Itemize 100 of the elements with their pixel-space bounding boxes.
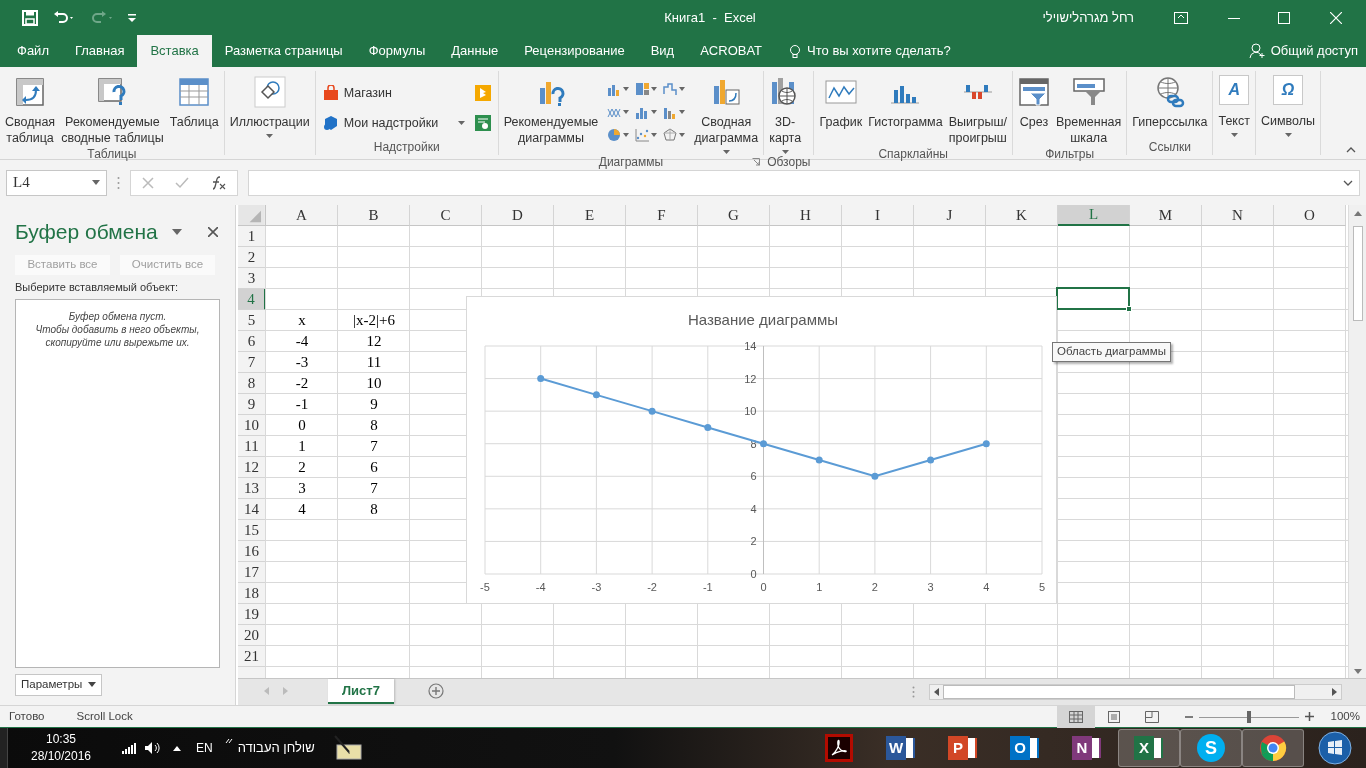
column-header[interactable]: F bbox=[626, 205, 698, 226]
row-header[interactable]: 20 bbox=[238, 625, 266, 646]
column-header[interactable]: K bbox=[986, 205, 1058, 226]
column-header[interactable]: J bbox=[914, 205, 986, 226]
ribbon-button[interactable]: Мои надстройки bbox=[318, 111, 469, 135]
horizontal-scrollbar[interactable] bbox=[928, 684, 1342, 700]
formula-input[interactable] bbox=[248, 169, 1360, 196]
column-header[interactable]: L bbox=[1058, 205, 1130, 226]
chevrons-icon[interactable] bbox=[224, 738, 234, 744]
dialog-launcher-icon[interactable] bbox=[752, 158, 761, 166]
row-header[interactable]: 6 bbox=[238, 331, 266, 352]
ribbon-button[interactable]: Срез bbox=[1015, 75, 1052, 130]
ribbon-display-icon[interactable] bbox=[1174, 11, 1188, 24]
column-header[interactable]: A bbox=[266, 205, 338, 226]
people-graph-icon[interactable] bbox=[474, 115, 491, 131]
clock[interactable]: 10:35 28/10/2016 bbox=[16, 731, 106, 765]
ribbon-button[interactable]: Сводная таблица bbox=[3, 75, 58, 146]
ribbon-tab[interactable]: Вид bbox=[637, 35, 688, 67]
row-header[interactable]: 21 bbox=[238, 646, 266, 667]
customize-icon[interactable] bbox=[128, 12, 136, 23]
row-header[interactable]: 5 bbox=[238, 310, 266, 331]
tell-me-field[interactable]: Что вы хотите сделать? bbox=[789, 35, 951, 67]
ribbon-tab[interactable]: Рецензирование bbox=[511, 35, 638, 67]
row-header[interactable]: 17 bbox=[238, 562, 266, 583]
ribbon-button[interactable]: Сводная диаграмма bbox=[692, 75, 761, 154]
column-header[interactable]: C bbox=[410, 205, 482, 226]
save-icon[interactable] bbox=[22, 9, 38, 26]
ribbon-tab[interactable]: Данные bbox=[438, 35, 512, 67]
row-header[interactable]: 4 bbox=[238, 289, 266, 310]
row-header[interactable]: 11 bbox=[238, 436, 266, 457]
taskbar-app[interactable]: W bbox=[870, 729, 932, 767]
ribbon-button[interactable]: Магазин bbox=[318, 81, 469, 105]
desktop-toolbar[interactable]: שולחן העבודה bbox=[237, 738, 315, 758]
view-button[interactable] bbox=[1056, 705, 1095, 728]
ribbon-tab[interactable]: Файл bbox=[4, 35, 62, 67]
ribbon-button[interactable]: Рекомендуемые сводные таблицы bbox=[59, 75, 166, 146]
column-header[interactable]: O bbox=[1274, 205, 1346, 226]
signal-icon[interactable] bbox=[122, 742, 136, 754]
ribbon-button[interactable]: Таблица bbox=[167, 75, 221, 130]
sheet-tab[interactable]: Лист7 bbox=[328, 679, 394, 704]
row-header[interactable]: 15 bbox=[238, 520, 266, 541]
column-header[interactable]: M bbox=[1130, 205, 1202, 226]
taskbar-app[interactable]: N bbox=[1056, 729, 1118, 767]
redo-icon[interactable] bbox=[90, 9, 114, 26]
column-header[interactable]: H bbox=[770, 205, 842, 226]
row-header[interactable]: 12 bbox=[238, 457, 266, 478]
add-sheet-icon[interactable] bbox=[427, 683, 444, 699]
column-header[interactable]: N bbox=[1202, 205, 1274, 226]
language-indicator[interactable]: EN bbox=[196, 739, 213, 757]
ribbon-tab[interactable]: Разметка страницы bbox=[211, 35, 356, 67]
row-header[interactable]: 2 bbox=[238, 247, 266, 268]
scroll-thumb[interactable] bbox=[1352, 226, 1363, 321]
zoom-level[interactable]: 100% bbox=[1330, 707, 1360, 726]
column-header[interactable]: I bbox=[842, 205, 914, 226]
row-header[interactable]: 9 bbox=[238, 394, 266, 415]
ribbon-tab[interactable]: Вставка bbox=[137, 35, 212, 67]
taskbar-app[interactable]: P bbox=[932, 729, 994, 767]
row-header[interactable]: 13 bbox=[238, 478, 266, 499]
ribbon-button[interactable]: График bbox=[817, 75, 865, 130]
tray-arrow-icon[interactable] bbox=[173, 745, 181, 751]
column-header[interactable]: E bbox=[554, 205, 626, 226]
column-header[interactable]: G bbox=[698, 205, 770, 226]
undo-icon[interactable] bbox=[52, 9, 76, 26]
taskbar-app[interactable]: X bbox=[1118, 729, 1180, 767]
ribbon-tab[interactable]: Главная bbox=[61, 35, 138, 67]
close-icon[interactable] bbox=[208, 227, 218, 237]
name-box[interactable]: L4 bbox=[6, 169, 107, 196]
ribbon-button[interactable]: A Текст bbox=[1216, 75, 1252, 137]
ribbon-button[interactable]: Временная шкала bbox=[1053, 75, 1124, 146]
ribbon-button[interactable]: Иллюстрации bbox=[227, 75, 312, 138]
ribbon-button[interactable]: Рекомендуемые диаграммы bbox=[501, 75, 601, 146]
row-header[interactable]: 8 bbox=[238, 373, 266, 394]
ribbon-tab[interactable]: ACROBAT bbox=[687, 35, 776, 67]
ribbon-button[interactable]: Гистограмма bbox=[866, 75, 945, 130]
row-header[interactable]: 14 bbox=[238, 499, 266, 520]
vertical-scrollbar[interactable] bbox=[1348, 205, 1366, 678]
taskbar-app[interactable]: O bbox=[994, 729, 1056, 767]
pen-tablet-icon[interactable] bbox=[332, 735, 363, 761]
row-header[interactable]: 10 bbox=[238, 415, 266, 436]
ribbon-button[interactable]: Выигрыш/ проигрыш bbox=[946, 75, 1009, 146]
selected-cell[interactable] bbox=[1056, 287, 1130, 310]
split-handle-icon[interactable] bbox=[911, 686, 915, 698]
ribbon-button[interactable]: Ω Символы bbox=[1258, 75, 1318, 137]
check-icon[interactable] bbox=[175, 176, 189, 189]
maximize-icon[interactable] bbox=[1278, 11, 1290, 24]
scroll-thumb[interactable] bbox=[942, 685, 1295, 699]
volume-icon[interactable] bbox=[145, 742, 161, 754]
function-icon[interactable] bbox=[210, 175, 227, 190]
options-button[interactable]: Параметры bbox=[15, 673, 103, 696]
column-header[interactable]: D bbox=[482, 205, 554, 226]
share-button[interactable]: Общий доступ bbox=[1248, 35, 1358, 67]
row-header[interactable]: 3 bbox=[238, 268, 266, 289]
caret-icon[interactable] bbox=[171, 229, 182, 235]
row-header[interactable]: 19 bbox=[238, 604, 266, 625]
row-header[interactable]: 16 bbox=[238, 541, 266, 562]
play-tile-icon[interactable] bbox=[474, 85, 491, 101]
ribbon-tab[interactable]: Формулы bbox=[355, 35, 439, 67]
collapse-ribbon-icon[interactable] bbox=[1346, 147, 1356, 153]
ribbon-button[interactable]: Гиперссылка bbox=[1130, 75, 1210, 130]
zoom-in-icon[interactable] bbox=[1304, 712, 1314, 721]
